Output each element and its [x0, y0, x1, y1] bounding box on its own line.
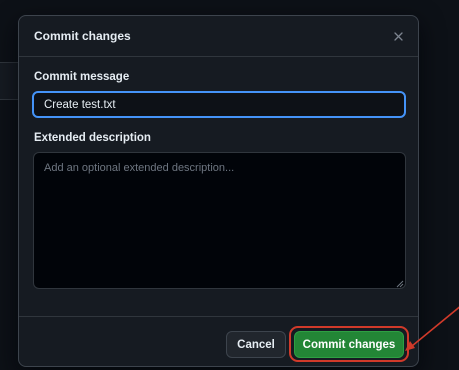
resize-handle-icon[interactable] — [396, 280, 404, 288]
dialog-footer: Cancel Commit changes — [19, 316, 418, 366]
extended-description-label: Extended description — [34, 132, 151, 144]
extended-description-textarea[interactable] — [33, 152, 406, 289]
commit-changes-button[interactable]: Commit changes — [294, 331, 404, 358]
dialog-header: Commit changes — [19, 16, 418, 57]
close-button[interactable] — [388, 26, 408, 46]
commit-message-label: Commit message — [34, 71, 130, 83]
dialog-title: Commit changes — [34, 29, 131, 43]
close-icon — [393, 31, 403, 41]
commit-message-input[interactable] — [32, 91, 406, 118]
commit-dialog: Commit changes Commit message Extended d… — [18, 15, 419, 367]
background-right-column — [418, 0, 459, 370]
cancel-button[interactable]: Cancel — [226, 331, 286, 358]
